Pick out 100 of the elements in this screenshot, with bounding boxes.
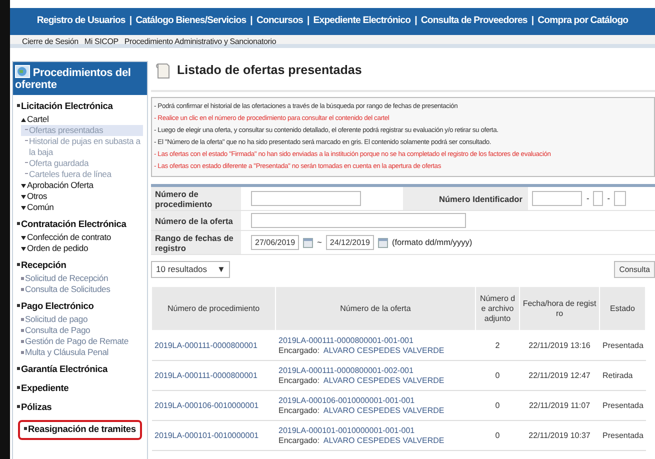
separator: - (607, 192, 610, 205)
table-cell: 2 (476, 330, 520, 360)
column-header: Fecha/hora de registro (520, 286, 600, 330)
manager-link[interactable]: ALVARO CESPEDES VALVERDE (323, 406, 444, 416)
procedure-link[interactable]: 2019LA-000111-0000800001 (154, 340, 258, 350)
manager-label: Encargado: (278, 406, 320, 416)
separator: - (586, 192, 590, 205)
table-cell: Presentada (600, 420, 646, 450)
document-icon (155, 62, 171, 79)
table-cell: Retirada (600, 360, 646, 390)
sidebar-section[interactable]: Licitación Electrónica (21, 100, 113, 114)
separator: ~ (317, 236, 322, 249)
bullet-icon (21, 340, 24, 343)
input-field[interactable] (251, 191, 361, 206)
dash-icon (25, 162, 28, 163)
dash-icon (25, 172, 28, 174)
nav-link[interactable]: Expediente Electrónico (313, 14, 411, 29)
column-header: Número de procedimiento (152, 286, 276, 330)
table-cell: Presentada (600, 390, 646, 420)
sidebar-item[interactable]: Consulta de Solicitudes (25, 284, 110, 295)
calendar-icon[interactable] (378, 238, 388, 248)
table-cell: 22/11/2019 10:37 (520, 420, 600, 450)
bullet-icon (17, 404, 20, 408)
sidebar-item[interactable]: Multa y Cláusula Penal (25, 346, 108, 358)
bullet-icon (24, 426, 27, 430)
table-cell: 0 (476, 390, 520, 420)
page-title: Listado de ofertas presentadas (177, 62, 362, 80)
sidebar-item[interactable]: Solicitud de pago (25, 314, 88, 325)
procedure-link[interactable]: 2019LA-000106-0010000001 (154, 400, 259, 410)
sidebar-section[interactable]: Garantía Electrónica (21, 362, 108, 377)
field-label: Número de la oferta (151, 211, 241, 230)
nav-link[interactable]: Consulta de Proveedores (420, 14, 528, 29)
input-field[interactable] (593, 191, 604, 206)
procedure-link[interactable]: 2019LA-000101-0010000001 (154, 430, 259, 440)
sidebar-item[interactable]: Consulta de Pago (25, 324, 90, 336)
manager-link[interactable]: ALVARO CESPEDES VALVERDE (323, 436, 444, 446)
calendar-icon[interactable] (303, 238, 314, 248)
sidebar-section[interactable]: Recepción (21, 258, 66, 273)
sidebar-item[interactable]: Gestión de Pago de Remate (25, 336, 128, 347)
input-field[interactable] (614, 191, 626, 206)
date-field[interactable]: 24/12/2019 (326, 235, 374, 250)
nav-link[interactable]: Compra por Catálogo (538, 14, 628, 29)
offer-link[interactable]: 2019LA-000101-0010000001-001-001 (278, 426, 472, 436)
sidebar-section[interactable]: Contratación Electrónica (21, 218, 126, 232)
offer-link[interactable]: 2019LA-000111-0000800001-001-001 (278, 336, 472, 346)
separator: | (129, 14, 132, 28)
bullet-icon (17, 304, 20, 307)
dash-icon (25, 140, 28, 141)
column-header: Número de archivo adjunto (476, 286, 520, 330)
table-cell: 22/11/2019 12:47 (520, 360, 600, 390)
sidebar-item[interactable]: Cartel (27, 114, 49, 125)
dash-icon (25, 128, 28, 130)
sidebar-section[interactable]: Pago Electrónico (21, 300, 94, 314)
bullet-icon (17, 262, 20, 266)
nav-link[interactable]: Mi SICOP (84, 35, 118, 44)
table-cell: 0 (476, 360, 520, 390)
format-hint: (formato dd/mm/yyyy) (392, 236, 472, 249)
date-field[interactable]: 27/06/2019 (251, 235, 300, 250)
field-label: Número Identificador (403, 187, 528, 210)
input-field[interactable] (532, 191, 582, 206)
offer-link[interactable]: 2019LA-000106-0010000001-001-001 (278, 396, 472, 406)
nav-link[interactable]: Registro de Usuarios (36, 14, 126, 29)
manager-label: Encargado: (278, 346, 320, 356)
nav-link[interactable]: Concursos (256, 14, 303, 29)
sidebar-item[interactable]: Orden de pedido (27, 242, 88, 254)
bullet-icon (17, 222, 20, 225)
sidebar-item[interactable]: Otros (27, 190, 48, 202)
sidebar-section[interactable]: Reasignación de tramites (28, 422, 136, 436)
manager-link[interactable]: ALVARO CESPEDES VALVERDE (323, 346, 444, 356)
bullet-icon (21, 350, 24, 354)
nav-link[interactable]: Catálogo Bienes/Servicios (136, 14, 246, 29)
separator: | (414, 14, 417, 28)
column-header: Número de la oferta (276, 286, 476, 330)
table-cell: Presentada (600, 330, 646, 360)
nav-link[interactable]: Procedimiento Administrativo y Sancionatorio (124, 35, 276, 44)
column-header: Estado (600, 286, 646, 330)
separator: | (306, 14, 310, 28)
separator: | (250, 14, 252, 28)
table-cell: 0 (476, 420, 520, 450)
bullet-icon (17, 366, 20, 370)
manager-link[interactable]: ALVARO CESPEDES VALVERDE (323, 376, 444, 386)
sidebar-item[interactable]: Solicitud de Recepción (25, 272, 108, 284)
bullet-icon (21, 318, 24, 321)
sidebar-item[interactable]: Aprobación Oferta (27, 180, 94, 191)
offer-link[interactable]: 2019LA-000111-0000800001-002-001 (278, 366, 472, 376)
nav-link[interactable]: Cierre de Sesión (22, 35, 78, 44)
manager-label: Encargado: (278, 376, 320, 386)
sidebar-item[interactable]: Común (27, 202, 54, 213)
procedure-link[interactable]: 2019LA-000111-0000800001 (154, 370, 258, 380)
input-field[interactable] (251, 213, 466, 228)
separator: | (531, 14, 534, 28)
results-select[interactable]: 10 resultados ▼ (151, 261, 230, 278)
manager-label: Encargado: (278, 436, 320, 446)
bullet-icon (21, 288, 24, 291)
bullet-icon (21, 328, 24, 332)
sidebar-item[interactable]: Confección de contrato (27, 232, 111, 243)
bullet-icon (17, 386, 20, 389)
sidebar-section[interactable]: Expediente (21, 382, 69, 396)
field-label: Rango de fechas de registro (151, 231, 241, 254)
sidebar-section[interactable]: Pólizas (21, 400, 52, 415)
